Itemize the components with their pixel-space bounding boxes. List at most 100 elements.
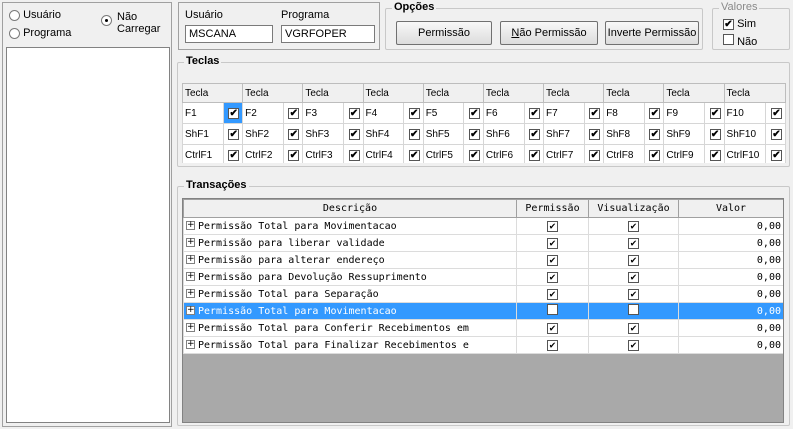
transacao-permissao[interactable]: ✔ (516, 268, 589, 286)
transacao-row[interactable]: + Permissão Total para Movimentacao 0,00 (183, 302, 783, 320)
tecla-cell[interactable]: ✔ (583, 144, 605, 163)
inverte-permissao-button[interactable]: Inverte Permissão (605, 21, 699, 45)
transacao-permissao[interactable] (516, 302, 589, 320)
transacao-permissao[interactable]: ✔ (516, 234, 589, 252)
tecla-checkbox[interactable]: ✔ (589, 128, 601, 140)
permissao-button[interactable]: Permissão (396, 21, 492, 45)
transacao-valor[interactable]: 0,00 (678, 302, 783, 320)
transacao-descricao[interactable]: + Permissão Total para Finalizar Recebime… (183, 336, 517, 354)
permissao-checkbox[interactable]: ✔ (547, 271, 558, 283)
expand-plus-icon[interactable]: + (186, 238, 195, 247)
transacao-valor[interactable]: 0,00 (678, 234, 783, 252)
tecla-cell[interactable]: ✔ (765, 102, 786, 124)
programa-input[interactable]: VGRFOPER (281, 25, 375, 43)
transacao-descricao[interactable]: + Permissão Total para Separação (183, 285, 517, 303)
tecla-cell[interactable]: ✔ (343, 144, 364, 163)
tecla-checkbox[interactable]: ✔ (408, 149, 420, 161)
valores-sim[interactable]: ✔ Sim (723, 18, 756, 30)
transacao-descricao[interactable]: + Permissão Total para Movimentacao (183, 302, 517, 320)
tecla-checkbox[interactable]: ✔ (348, 149, 360, 161)
tree-list[interactable] (6, 47, 170, 423)
expand-plus-icon[interactable]: + (186, 306, 195, 315)
transacao-permissao[interactable]: ✔ (516, 285, 589, 303)
tecla-checkbox[interactable]: ✔ (228, 128, 240, 140)
permissao-checkbox[interactable]: ✔ (547, 288, 558, 300)
valores-nao[interactable]: Não (723, 34, 757, 48)
radio-programa-circle[interactable] (9, 27, 20, 39)
tecla-checkbox[interactable]: ✔ (529, 107, 541, 119)
transacao-descricao[interactable]: + Permissão para Devolução Ressuprimento (183, 268, 517, 286)
transacao-visualizacao[interactable] (588, 302, 679, 320)
permissao-checkbox[interactable]: ✔ (547, 254, 558, 266)
radio-nao-carregar-circle[interactable] (101, 15, 112, 26)
visualizacao-checkbox[interactable]: ✔ (628, 220, 639, 232)
permissao-checkbox[interactable]: ✔ (547, 220, 558, 232)
nao-permissao-button[interactable]: Não Permissão (500, 21, 598, 45)
valores-nao-checkbox[interactable] (723, 34, 734, 45)
transacao-row[interactable]: + Permissão Total para Conferir Recebimen… (183, 319, 783, 337)
tecla-checkbox[interactable]: ✔ (589, 149, 601, 161)
transacao-descricao[interactable]: + Permissão Total para Conferir Recebimen… (183, 319, 517, 337)
tecla-checkbox[interactable]: ✔ (589, 107, 601, 119)
tecla-checkbox[interactable]: ✔ (529, 128, 541, 140)
tecla-cell[interactable]: ✔ (343, 102, 364, 124)
transacao-valor[interactable]: 0,00 (678, 336, 783, 354)
tecla-cell[interactable]: ✔ (403, 102, 424, 124)
transacao-descricao[interactable]: + Permissão Total para Movimentacao (183, 217, 517, 235)
tecla-checkbox[interactable]: ✔ (709, 149, 721, 161)
tecla-checkbox[interactable]: ✔ (529, 149, 541, 161)
transacao-visualizacao[interactable]: ✔ (588, 336, 679, 354)
radio-usuario[interactable]: Usuário (9, 9, 61, 21)
transacao-permissao[interactable]: ✔ (516, 319, 589, 337)
transacao-visualizacao[interactable]: ✔ (588, 319, 679, 337)
col-permissao[interactable]: Permissão (516, 199, 589, 218)
expand-plus-icon[interactable]: + (186, 221, 195, 230)
transacao-valor[interactable]: 0,00 (678, 319, 783, 337)
tecla-checkbox[interactable]: ✔ (228, 107, 240, 119)
expand-plus-icon[interactable]: + (186, 255, 195, 264)
expand-plus-icon[interactable]: + (186, 272, 195, 281)
permissao-checkbox[interactable]: ✔ (547, 339, 558, 351)
tecla-cell[interactable]: ✔ (463, 123, 484, 145)
tecla-cell[interactable]: ✔ (403, 144, 424, 163)
transacao-valor[interactable]: 0,00 (678, 251, 783, 269)
tecla-checkbox[interactable]: ✔ (649, 149, 661, 161)
tecla-checkbox[interactable]: ✔ (709, 107, 721, 119)
transacao-row[interactable]: + Permissão Total para Finalizar Recebime… (183, 336, 783, 354)
transacao-permissao[interactable]: ✔ (516, 217, 589, 235)
tecla-cell[interactable]: ✔ (523, 144, 545, 163)
tecla-cell[interactable]: ✔ (463, 102, 484, 124)
tecla-cell[interactable]: ✔ (704, 144, 725, 163)
tecla-checkbox[interactable]: ✔ (408, 107, 420, 119)
transacao-row[interactable]: + Permissão Total para Movimentacao ✔ ✔ 0,00 (183, 217, 783, 235)
tecla-cell[interactable]: ✔ (523, 123, 545, 145)
tecla-checkbox[interactable]: ✔ (771, 149, 782, 161)
tecla-cell[interactable]: ✔ (643, 102, 665, 124)
tecla-checkbox[interactable]: ✔ (709, 128, 721, 140)
tecla-cell[interactable]: ✔ (222, 102, 244, 124)
tecla-cell[interactable]: ✔ (765, 123, 786, 145)
tecla-checkbox[interactable]: ✔ (348, 107, 360, 119)
transacao-visualizacao[interactable]: ✔ (588, 217, 679, 235)
tecla-cell[interactable]: ✔ (463, 144, 484, 163)
transacao-permissao[interactable]: ✔ (516, 336, 589, 354)
visualizacao-checkbox[interactable] (628, 304, 639, 315)
tecla-checkbox[interactable]: ✔ (771, 128, 782, 140)
usuario-input[interactable]: MSCANA (185, 25, 273, 43)
tecla-checkbox[interactable]: ✔ (649, 107, 661, 119)
transacao-descricao[interactable]: + Permissão para liberar validade (183, 234, 517, 252)
transacao-valor[interactable]: 0,00 (678, 217, 783, 235)
tecla-cell[interactable]: ✔ (222, 123, 244, 145)
col-descricao[interactable]: Descrição (183, 199, 517, 218)
tecla-checkbox[interactable]: ✔ (468, 107, 480, 119)
transacao-permissao[interactable]: ✔ (516, 251, 589, 269)
tecla-checkbox[interactable]: ✔ (288, 128, 300, 140)
transacao-visualizacao[interactable]: ✔ (588, 251, 679, 269)
radio-programa[interactable]: Programa (9, 27, 71, 39)
tecla-cell[interactable]: ✔ (583, 102, 605, 124)
expand-plus-icon[interactable]: + (186, 340, 195, 349)
tecla-cell[interactable]: ✔ (523, 102, 545, 124)
tecla-checkbox[interactable]: ✔ (771, 107, 782, 119)
transacao-row[interactable]: + Permissão para liberar validade ✔ ✔ 0,00 (183, 234, 783, 252)
transacao-visualizacao[interactable]: ✔ (588, 285, 679, 303)
